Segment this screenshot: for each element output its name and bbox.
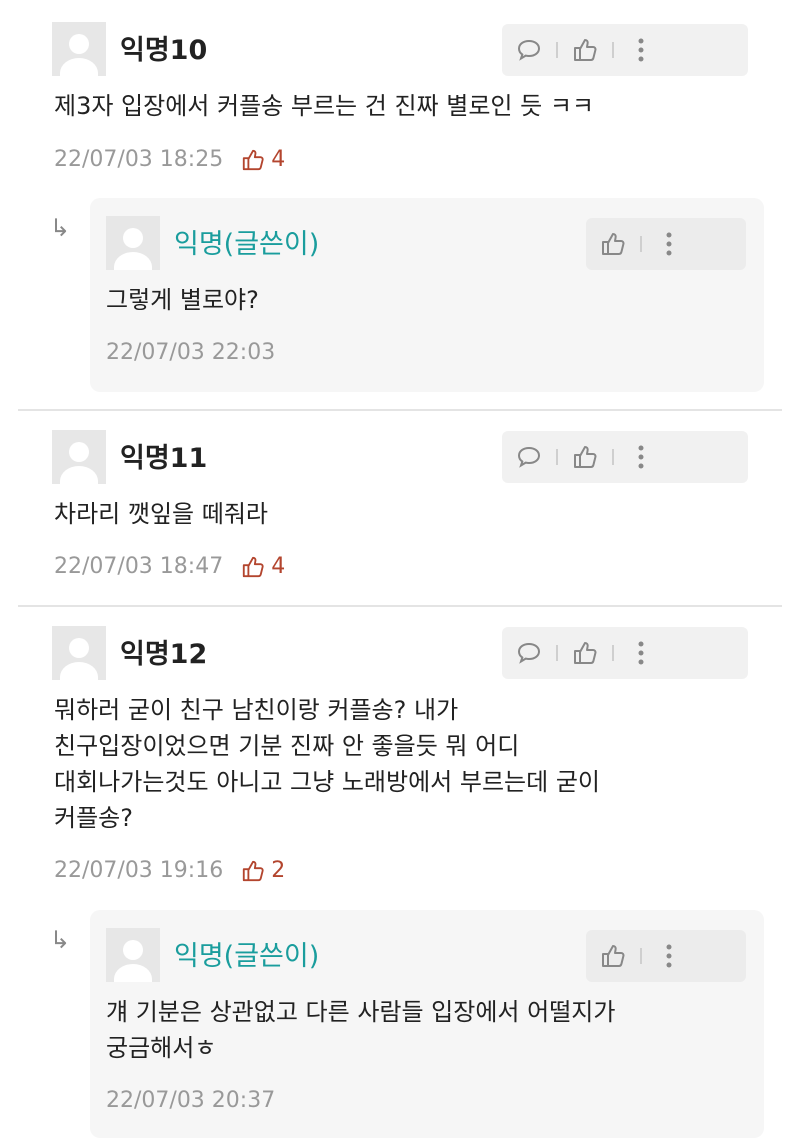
like-button[interactable] — [558, 24, 612, 76]
comment-meta: 22/07/03 18:25 4 — [54, 145, 285, 175]
more-vertical-icon — [666, 232, 672, 256]
thumbs-up-icon — [574, 446, 597, 468]
comment-text: 제3자 입장에서 커플송 부르는 건 진짜 별로인 듯 ㅋㅋ — [54, 92, 594, 120]
comment-text: 차라리 깻잎을 떼줘라 — [54, 500, 268, 528]
comment-date: 22/07/03 22:03 — [106, 340, 276, 365]
commenter-name: 익명12 — [120, 639, 208, 670]
author-name: 익명(글쓴이) — [174, 941, 320, 972]
thumbs-up-icon — [602, 233, 625, 255]
thumbs-up-icon — [243, 149, 264, 171]
comment-meta: 22/07/03 19:16 2 — [54, 856, 285, 886]
speech-bubble-icon — [517, 446, 541, 468]
avatar — [52, 430, 106, 484]
comment-actions — [586, 930, 746, 982]
commenter-name: 익명10 — [120, 35, 208, 66]
more-options-button[interactable] — [614, 431, 668, 483]
thumbs-up-icon — [243, 556, 264, 578]
comment-date: 22/07/03 20:37 — [106, 1088, 276, 1113]
thumbs-up-icon — [243, 860, 264, 882]
avatar — [106, 928, 160, 982]
comment-actions — [502, 24, 748, 76]
reply-box: 익명(글쓴이) 그렇게 별로야? 22/07/03 22:03 — [90, 198, 764, 392]
avatar — [52, 626, 106, 680]
speech-bubble-icon — [517, 39, 541, 61]
comment-actions — [502, 627, 748, 679]
more-vertical-icon — [638, 38, 644, 62]
like-count: 4 — [241, 552, 285, 582]
like-button[interactable] — [586, 930, 640, 982]
like-count: 2 — [241, 856, 285, 886]
comment-date: 22/07/03 18:25 — [54, 147, 224, 172]
comment-date: 22/07/03 19:16 — [54, 858, 224, 883]
like-button[interactable] — [586, 218, 640, 270]
thumbs-up-icon — [574, 39, 597, 61]
comment-text: 그렇게 별로야? — [106, 286, 259, 314]
like-button[interactable] — [558, 431, 612, 483]
divider — [18, 605, 782, 607]
comment-meta: 22/07/03 18:47 4 — [54, 552, 285, 582]
comment-text: 뭐하러 굳이 친구 남친이랑 커플송? 내가 친구입장이었으면 기분 진짜 안 … — [54, 696, 600, 832]
more-vertical-icon — [666, 944, 672, 968]
more-options-button[interactable] — [642, 218, 696, 270]
reply-box: 익명(글쓴이) 걔 기분은 상관없고 다른 사람들 입장에서 어떨지가 궁금해서… — [90, 910, 764, 1138]
thumbs-up-icon — [574, 642, 597, 664]
reply-button[interactable] — [502, 431, 556, 483]
avatar — [52, 22, 106, 76]
speech-bubble-icon — [517, 642, 541, 664]
comment-meta: 22/07/03 22:03 — [106, 338, 275, 368]
comment-text: 걔 기분은 상관없고 다른 사람들 입장에서 어떨지가 궁금해서ㅎ — [106, 998, 616, 1062]
more-options-button[interactable] — [614, 24, 668, 76]
reply-arrow-icon: ↳ — [50, 926, 71, 954]
reply-arrow-icon: ↳ — [50, 214, 71, 242]
author-name: 익명(글쓴이) — [174, 229, 320, 260]
divider — [18, 409, 782, 411]
reply-button[interactable] — [502, 627, 556, 679]
comment-actions — [586, 218, 746, 270]
comment-date: 22/07/03 18:47 — [54, 554, 224, 579]
more-options-button[interactable] — [614, 627, 668, 679]
like-button[interactable] — [558, 627, 612, 679]
thumbs-up-icon — [602, 945, 625, 967]
more-vertical-icon — [638, 641, 644, 665]
avatar — [106, 216, 160, 270]
more-vertical-icon — [638, 445, 644, 469]
commenter-name: 익명11 — [120, 443, 208, 474]
like-count: 4 — [241, 145, 285, 175]
more-options-button[interactable] — [642, 930, 696, 982]
reply-button[interactable] — [502, 24, 556, 76]
comment-actions — [502, 431, 748, 483]
comment-meta: 22/07/03 20:37 — [106, 1086, 275, 1116]
